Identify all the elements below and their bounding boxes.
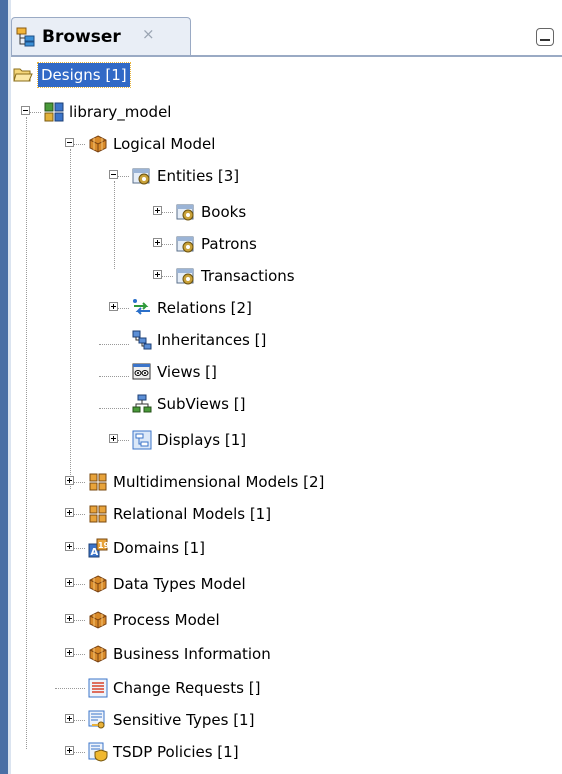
policy-shield-icon bbox=[88, 742, 108, 762]
relations-arrows-icon bbox=[133, 299, 150, 315]
domains-icon: A 19 bbox=[88, 538, 108, 558]
tree-guide bbox=[26, 117, 27, 749]
expand-icon[interactable] bbox=[65, 578, 74, 587]
model-design-icon bbox=[44, 102, 64, 122]
tree-node-label: library_model bbox=[69, 103, 172, 121]
expand-icon[interactable] bbox=[65, 648, 74, 657]
views-eye-icon bbox=[132, 363, 151, 380]
grid-model-icon bbox=[89, 473, 107, 491]
inheritance-icon bbox=[132, 330, 152, 350]
tree-node-label: Entities [3] bbox=[157, 167, 240, 185]
cube-icon bbox=[89, 575, 107, 593]
expand-icon[interactable] bbox=[109, 434, 118, 443]
collapse-icon[interactable] bbox=[21, 106, 30, 115]
tree-node-label: SubViews [] bbox=[157, 395, 246, 413]
list-document-icon bbox=[88, 678, 108, 698]
cube-icon bbox=[89, 611, 107, 629]
cube-icon bbox=[89, 645, 107, 663]
displays-diagram-icon bbox=[132, 430, 152, 450]
close-icon[interactable]: × bbox=[142, 25, 155, 43]
sensitive-key-icon bbox=[88, 710, 105, 729]
expand-icon[interactable] bbox=[153, 238, 162, 247]
svg-text:19: 19 bbox=[98, 541, 108, 550]
expand-icon[interactable] bbox=[153, 206, 162, 215]
tree-node-label: Transactions bbox=[201, 267, 295, 285]
entity-gear-icon bbox=[176, 268, 194, 285]
tree-node-label: Process Model bbox=[113, 611, 220, 629]
browser-tree: Designs [1] library_model Logical Model bbox=[11, 57, 562, 774]
expand-icon[interactable] bbox=[65, 508, 74, 517]
expand-icon[interactable] bbox=[65, 746, 74, 755]
tree-node-label: Patrons bbox=[201, 235, 257, 253]
entity-gear-icon bbox=[176, 204, 194, 221]
tree-node-label: Inheritances [] bbox=[157, 331, 267, 349]
tree-node-label: Sensitive Types [1] bbox=[113, 711, 255, 729]
tree-node-label: Logical Model bbox=[113, 135, 216, 153]
expand-icon[interactable] bbox=[65, 614, 74, 623]
expand-icon[interactable] bbox=[65, 714, 74, 723]
tree-guide bbox=[70, 149, 71, 489]
cube-icon bbox=[89, 135, 107, 153]
tree-node-label: Views [] bbox=[157, 363, 217, 381]
collapse-icon[interactable] bbox=[65, 138, 74, 147]
entity-gear-icon bbox=[176, 236, 194, 253]
expand-icon[interactable] bbox=[153, 270, 162, 279]
tree-node-label: Books bbox=[201, 203, 247, 221]
expand-icon[interactable] bbox=[65, 476, 74, 485]
tree-node-label: Relational Models [1] bbox=[113, 505, 272, 523]
tab-title: Browser bbox=[42, 27, 121, 47]
tree-node-label: Domains [1] bbox=[113, 539, 206, 557]
tree-node-label: Data Types Model bbox=[113, 575, 246, 593]
tree-node-label: Change Requests [] bbox=[113, 679, 261, 697]
entity-gear-icon bbox=[132, 168, 150, 185]
expand-icon[interactable] bbox=[65, 542, 74, 551]
folder-open-icon bbox=[13, 68, 33, 82]
collapse-icon[interactable] bbox=[109, 170, 118, 179]
tree-node-label: Designs [1] bbox=[37, 62, 131, 88]
tree-guide bbox=[114, 181, 115, 269]
tree-node-label: Displays [1] bbox=[157, 431, 247, 449]
tree-node-label: Relations [2] bbox=[157, 299, 252, 317]
window-left-border bbox=[0, 0, 8, 774]
minimize-button[interactable] bbox=[536, 28, 554, 46]
tree-node-label: TSDP Policies [1] bbox=[113, 743, 239, 761]
expand-icon[interactable] bbox=[109, 302, 118, 311]
grid-model-icon bbox=[89, 505, 107, 523]
tree-node-label: Multidimensional Models [2] bbox=[113, 473, 325, 491]
subviews-hierarchy-icon bbox=[132, 394, 152, 413]
tree-node-label: Business Information bbox=[113, 645, 271, 663]
tab-browser[interactable]: Browser × bbox=[11, 17, 191, 55]
browser-tree-icon bbox=[16, 27, 35, 47]
